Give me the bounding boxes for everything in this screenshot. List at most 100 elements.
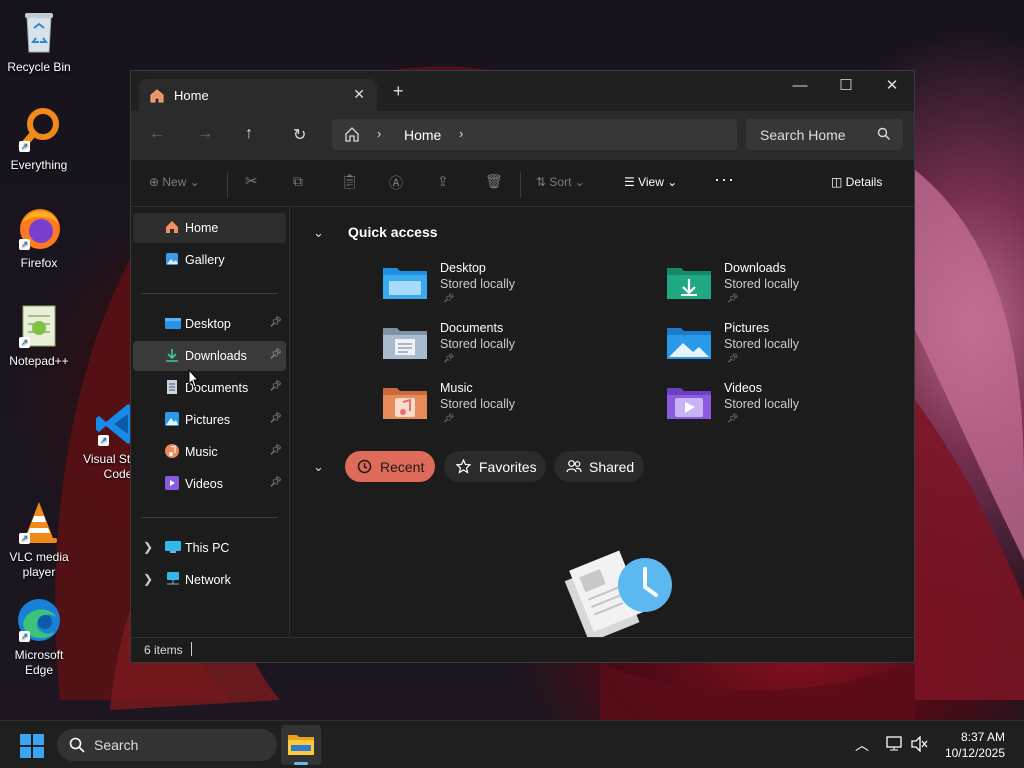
taskbar-file-explorer[interactable] — [281, 725, 321, 765]
quick-access-item-music[interactable]: Music Stored locally 📌︎ — [383, 381, 643, 435]
more-options-icon[interactable]: ··· — [714, 169, 735, 190]
sidebar-item-videos[interactable]: Videos 📌︎ — [133, 469, 286, 499]
folder-status: Stored locally — [440, 337, 516, 351]
command-bar: ⊕ New ⌄ ✂ ⧉ 📋︎ Ⓐ ⇪ 🗑︎ ⇅ Sort ⌄ ☰ View ⌄ … — [131, 159, 914, 207]
collapse-filters-icon[interactable]: ⌄ — [313, 459, 324, 475]
sidebar-item-pictures[interactable]: Pictures 📌︎ — [133, 405, 286, 435]
shortcut-arrow-icon: ↗ — [19, 337, 30, 348]
tab-home[interactable]: Home ✕ — [139, 79, 377, 111]
sidebar-item-documents[interactable]: Documents 📌︎ — [133, 373, 286, 403]
minimize-button[interactable]: — — [777, 71, 823, 103]
status-bar: 6 items — [131, 637, 914, 662]
divider — [141, 517, 278, 518]
share-icon[interactable]: ⇪ — [437, 173, 449, 190]
sidebar-item-home[interactable]: Home — [133, 213, 286, 243]
quick-access-item-downloads[interactable]: Downloads Stored locally 📌︎ — [667, 261, 927, 315]
recent-files-illustration — [564, 550, 672, 641]
recycle-bin-icon — [15, 8, 63, 56]
folder-status: Stored locally — [724, 337, 800, 351]
folder-name: Pictures — [724, 321, 770, 335]
shortcut-arrow-icon: ↗ — [19, 533, 30, 544]
chevron-right-icon[interactable]: ❯ — [143, 572, 153, 586]
pin-icon[interactable]: 📌︎ — [269, 413, 282, 424]
path-box[interactable]: › Home › — [332, 119, 737, 150]
search-box[interactable]: Search Home — [746, 119, 903, 150]
details-button[interactable]: ◫ Details — [831, 175, 882, 189]
new-button[interactable]: ⊕ New ⌄ — [149, 175, 200, 189]
favorites-filter-button[interactable]: Favorites — [444, 451, 546, 482]
shortcut-arrow-icon: ↗ — [19, 631, 30, 642]
copy-icon[interactable]: ⧉ — [293, 173, 303, 190]
people-icon — [566, 459, 582, 477]
close-window-button[interactable]: ✕ — [869, 71, 915, 103]
volume-muted-icon[interactable] — [911, 735, 929, 757]
breadcrumb-home[interactable]: Home — [404, 127, 441, 143]
desktop-icon-firefox[interactable]: ↗ Firefox — [0, 204, 78, 271]
delete-icon[interactable]: 🗑︎ — [485, 173, 503, 190]
sidebar-item-network[interactable]: ❯ Network — [133, 565, 286, 595]
folder-status: Stored locally — [724, 277, 800, 291]
cut-icon[interactable]: ✂ — [245, 172, 258, 190]
navigation-pane: Home Gallery Desktop 📌︎ Downloads 📌︎ Doc… — [131, 207, 290, 639]
network-status-icon[interactable] — [886, 736, 904, 757]
up-button[interactable]: ↑ — [245, 125, 253, 143]
forward-button[interactable]: → — [197, 125, 213, 143]
recent-filter-button[interactable]: Recent — [345, 451, 435, 482]
videos-icon — [165, 476, 179, 493]
maximize-button[interactable]: ☐ — [823, 71, 869, 103]
sidebar-item-label: Music — [185, 445, 218, 459]
sort-button[interactable]: ⇅ Sort ⌄ — [536, 175, 585, 189]
sidebar-item-gallery[interactable]: Gallery — [133, 245, 286, 275]
desktop-icon-vlc[interactable]: ↗ VLC media player — [0, 498, 78, 580]
paste-icon[interactable]: 📋︎ — [341, 173, 359, 190]
sidebar-item-this-pc[interactable]: ❯ This PC — [133, 533, 286, 563]
quick-access-item-videos[interactable]: Videos Stored locally 📌︎ — [667, 381, 927, 435]
sidebar-item-label: Desktop — [185, 317, 231, 331]
pin-icon[interactable]: 📌︎ — [269, 349, 282, 360]
desktop-icon-everything[interactable]: ↗ Everything — [0, 106, 78, 173]
desktop-folder-icon — [165, 316, 181, 333]
music-icon — [165, 444, 179, 461]
tab-title: Home — [174, 88, 209, 103]
desktop-icon-edge[interactable]: ↗ Microsoft Edge — [0, 596, 78, 678]
system-clock[interactable]: 8:37 AM 10/12/2025 — [945, 729, 1005, 761]
home-path-icon[interactable] — [344, 126, 360, 145]
chevron-right-icon[interactable]: › — [377, 126, 381, 141]
sidebar-item-downloads[interactable]: Downloads 📌︎ — [133, 341, 286, 371]
collapse-quick-access-icon[interactable]: ⌄ — [313, 225, 324, 241]
shared-filter-button[interactable]: Shared — [554, 451, 644, 482]
pin-icon[interactable]: 📌︎ — [269, 317, 282, 328]
desktop-icon-notepad-plus-plus[interactable]: ↗ Notepad++ — [0, 302, 78, 369]
view-button[interactable]: ☰ View ⌄ — [624, 175, 677, 189]
divider — [520, 172, 521, 198]
desktop-icon-label: Everything — [10, 158, 68, 172]
pin-icon[interactable]: 📌︎ — [269, 477, 282, 488]
rename-icon[interactable]: Ⓐ — [389, 173, 403, 193]
taskbar: Search ︿ 8:37 AM 10/12/2025 — [0, 720, 1024, 768]
chevron-right-icon[interactable]: ❯ — [143, 540, 153, 554]
desktop-icon-recycle-bin[interactable]: Recycle Bin — [0, 8, 78, 75]
taskbar-search-box[interactable]: Search — [57, 729, 277, 761]
back-button[interactable]: ← — [149, 125, 165, 143]
view-label: View — [638, 175, 664, 189]
pin-icon[interactable]: 📌︎ — [269, 445, 282, 456]
close-tab-icon[interactable]: ✕ — [353, 86, 365, 103]
refresh-button[interactable]: ↻ — [293, 125, 306, 145]
desktop-icon-label: VLC media player — [9, 550, 69, 579]
quick-access-item-desktop[interactable]: Desktop Stored locally 📌︎ — [383, 261, 643, 315]
folder-status: Stored locally — [440, 277, 516, 291]
pin-icon[interactable]: 📌︎ — [269, 381, 282, 392]
sidebar-item-desktop[interactable]: Desktop 📌︎ — [133, 309, 286, 339]
new-tab-button[interactable]: + — [393, 82, 404, 100]
quick-access-item-documents[interactable]: Documents Stored locally 📌︎ — [383, 321, 643, 375]
chevron-up-icon[interactable]: ︿ — [855, 735, 869, 755]
address-bar: ← → ↑ ↻ › Home › Search Home — [131, 111, 914, 159]
everything-search-icon: ↗ — [15, 106, 63, 154]
details-label: Details — [845, 175, 883, 189]
desktop-folder-icon — [383, 268, 427, 299]
sidebar-item-label: Videos — [185, 477, 223, 491]
chevron-right-icon[interactable]: › — [459, 126, 463, 141]
quick-access-item-pictures[interactable]: Pictures Stored locally 📌︎ — [667, 321, 927, 375]
windows-start-icon[interactable] — [20, 734, 44, 763]
sidebar-item-music[interactable]: Music 📌︎ — [133, 437, 286, 467]
